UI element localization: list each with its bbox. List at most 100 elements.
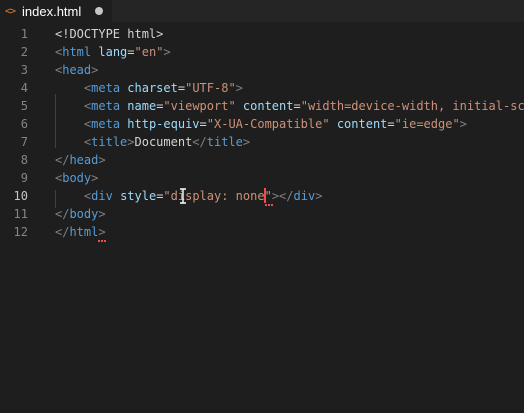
line-number: 10 bbox=[13, 189, 28, 203]
line-number: 8 bbox=[20, 153, 28, 167]
code-line-1[interactable]: 1 <!DOCTYPE html> bbox=[0, 25, 524, 43]
code-token: = bbox=[387, 117, 395, 131]
code-token: html bbox=[62, 45, 92, 59]
code-token: "ie=edge" bbox=[394, 117, 460, 131]
code-token: > bbox=[459, 117, 467, 131]
code-token: > bbox=[91, 171, 99, 185]
tab-index-html[interactable]: <> index.html bbox=[0, 0, 112, 22]
code-text: </head> bbox=[55, 151, 106, 169]
code-token: head bbox=[69, 153, 99, 167]
line-number: 11 bbox=[13, 207, 28, 221]
code-token: html bbox=[69, 225, 99, 239]
code-token: meta bbox=[91, 117, 121, 131]
code-text: </body> bbox=[55, 205, 106, 223]
code-token: = bbox=[127, 45, 135, 59]
code-line-12[interactable]: 12 </html> bbox=[0, 223, 524, 241]
code-token: title bbox=[91, 135, 128, 149]
line-number: 6 bbox=[20, 117, 28, 131]
code-token: </ bbox=[55, 225, 70, 239]
code-token: name bbox=[127, 99, 157, 113]
code-token: "UTF-8" bbox=[185, 81, 236, 95]
code-token: <!DOCTYPE html> bbox=[55, 27, 164, 41]
mouse-ibeam-icon bbox=[179, 188, 187, 208]
code-text: <body> bbox=[55, 169, 98, 187]
code-token: > bbox=[235, 81, 243, 95]
error-squiggle bbox=[98, 237, 107, 242]
code-line-3[interactable]: 3 <head> bbox=[0, 61, 524, 79]
code-text: <meta http-equiv="X-UA-Compatible" conte… bbox=[55, 115, 467, 133]
code-token: div bbox=[293, 189, 316, 203]
code-line-7[interactable]: 7 <title>Document</title> bbox=[0, 133, 524, 151]
code-token: </ bbox=[192, 135, 207, 149]
line-number: 2 bbox=[20, 45, 28, 59]
code-token: meta bbox=[91, 81, 121, 95]
line-number: 1 bbox=[20, 27, 28, 41]
code-token: content bbox=[242, 99, 294, 113]
code-token: > bbox=[242, 135, 251, 149]
code-token: > bbox=[127, 135, 135, 149]
code-token: > bbox=[98, 207, 106, 221]
code-token: > bbox=[91, 63, 99, 77]
line-number: 4 bbox=[20, 81, 28, 95]
code-token: </ bbox=[55, 207, 70, 221]
code-text: <html lang="en"> bbox=[55, 43, 171, 61]
code-line-4[interactable]: 4 <meta charset="UTF-8"> bbox=[0, 79, 524, 97]
code-token: charset bbox=[127, 81, 178, 95]
error-squiggle bbox=[264, 201, 273, 206]
code-text: <title>Document</title> bbox=[55, 133, 250, 151]
line-number: 9 bbox=[20, 171, 28, 185]
code-line-10[interactable]: 10 <div style="display: none"></div> bbox=[0, 187, 524, 205]
code-token: "X-UA-Compatible" bbox=[206, 117, 330, 131]
code-token: = bbox=[199, 117, 207, 131]
code-token: body bbox=[69, 207, 99, 221]
line-number: 5 bbox=[20, 99, 28, 113]
code-token: ></ bbox=[271, 189, 294, 203]
code-token: > bbox=[98, 153, 106, 167]
code-token: Document bbox=[134, 135, 193, 149]
code-token: > bbox=[163, 45, 171, 59]
tab-label: index.html bbox=[22, 3, 82, 19]
tab-bar: <> index.html bbox=[0, 0, 524, 22]
code-token: > bbox=[315, 189, 323, 203]
html-file-icon: <> bbox=[5, 5, 16, 17]
code-token: </ bbox=[55, 153, 70, 167]
code-token: http-equiv bbox=[127, 117, 200, 131]
code-token: head bbox=[62, 63, 92, 77]
text-cursor bbox=[263, 188, 266, 203]
code-token: "en" bbox=[134, 45, 164, 59]
code-line-9[interactable]: 9 <body> bbox=[0, 169, 524, 187]
code-text: <!DOCTYPE html> bbox=[55, 25, 163, 43]
code-token: meta bbox=[91, 99, 121, 113]
code-token: = bbox=[293, 99, 301, 113]
line-number: 12 bbox=[13, 225, 28, 239]
unsaved-changes-dot-icon[interactable] bbox=[95, 7, 103, 15]
code-text: <div style="display: none"></div> bbox=[55, 187, 323, 205]
code-token: "viewport" bbox=[163, 99, 236, 113]
code-token: "width=device-width, initial-sc bbox=[300, 99, 524, 113]
code-token: div bbox=[91, 189, 113, 203]
code-line-2[interactable]: 2 <html lang="en"> bbox=[0, 43, 524, 61]
line-number: 3 bbox=[20, 63, 28, 77]
code-line-6[interactable]: 6 <meta http-equiv="X-UA-Compatible" con… bbox=[0, 115, 524, 133]
code-text: <meta name="viewport" content="width=dev… bbox=[55, 97, 524, 115]
code-token: body bbox=[62, 171, 92, 185]
code-token: title bbox=[206, 135, 243, 149]
code-token: lang bbox=[98, 45, 128, 59]
code-token: style bbox=[120, 189, 157, 203]
code-text: <meta charset="UTF-8"> bbox=[55, 79, 243, 97]
line-number: 7 bbox=[20, 135, 28, 149]
code-text: <head> bbox=[55, 61, 98, 79]
code-line-8[interactable]: 8 </head> bbox=[0, 151, 524, 169]
code-line-11[interactable]: 11 </body> bbox=[0, 205, 524, 223]
code-token: = bbox=[177, 81, 186, 95]
code-line-5[interactable]: 5 <meta name="viewport" content="width=d… bbox=[0, 97, 524, 115]
code-editor[interactable]: 1 <!DOCTYPE html> 2 <html lang="en"> 3 <head>… bbox=[0, 22, 524, 413]
